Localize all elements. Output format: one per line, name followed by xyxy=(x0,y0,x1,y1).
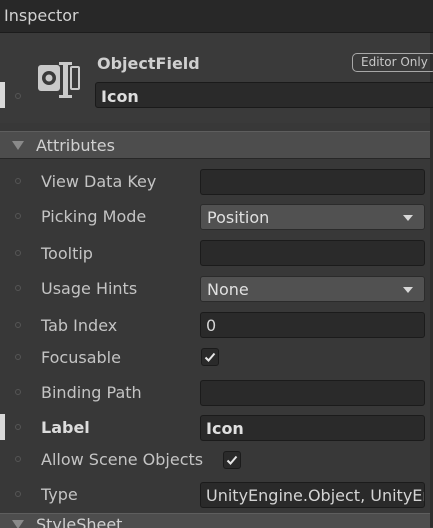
type-input[interactable]: UnityEngine.Object, UnityEngine.CoreModu… xyxy=(200,482,425,508)
tab-index-input[interactable]: 0 xyxy=(200,312,425,338)
binding-dot[interactable] xyxy=(15,424,21,430)
binding-path-input[interactable] xyxy=(200,380,425,406)
label-label: Label xyxy=(41,418,90,437)
binding-path-label: Binding Path xyxy=(41,383,142,402)
override-marker xyxy=(0,82,5,108)
label-input[interactable]: Icon xyxy=(200,415,425,441)
binding-dot[interactable] xyxy=(15,250,21,256)
view-data-key-input[interactable] xyxy=(200,169,425,195)
binding-dot[interactable] xyxy=(15,354,21,360)
attributes-title: Attributes xyxy=(36,136,115,155)
binding-dot[interactable] xyxy=(15,285,21,291)
chevron-down-icon xyxy=(403,215,413,221)
inspector-title: Inspector xyxy=(4,6,79,25)
binding-dot[interactable] xyxy=(15,213,21,219)
editor-only-badge[interactable]: Editor Only xyxy=(352,53,433,72)
focusable-checkbox[interactable] xyxy=(201,348,219,366)
binding-dot[interactable] xyxy=(15,178,21,184)
picking-mode-label: Picking Mode xyxy=(41,207,147,226)
stylesheet-title: StyleSheet xyxy=(36,515,123,528)
type-label: Type xyxy=(41,485,78,504)
picking-mode-dropdown[interactable]: Position xyxy=(200,204,425,230)
usage-hints-dropdown[interactable]: None xyxy=(200,276,425,302)
attributes-foldout[interactable]: Attributes xyxy=(0,131,430,159)
inspector-tab[interactable]: Inspector xyxy=(0,0,433,33)
component-name: ObjectField xyxy=(97,54,200,73)
foldout-arrow-icon xyxy=(12,141,24,150)
override-marker xyxy=(0,414,5,440)
usage-hints-value: None xyxy=(207,280,249,299)
tooltip-label: Tooltip xyxy=(41,244,93,263)
binding-dot[interactable] xyxy=(15,491,21,497)
name-field[interactable]: Icon xyxy=(95,82,433,108)
picking-mode-value: Position xyxy=(207,208,270,227)
binding-dot[interactable] xyxy=(15,322,21,328)
check-icon xyxy=(226,455,238,465)
tooltip-input[interactable] xyxy=(200,240,425,266)
tab-index-label: Tab Index xyxy=(41,316,118,335)
view-data-key-label: View Data Key xyxy=(41,172,157,191)
object-field-icon xyxy=(38,62,80,98)
stylesheet-foldout[interactable]: StyleSheet xyxy=(0,513,430,528)
binding-dot[interactable] xyxy=(15,456,21,462)
chevron-down-icon xyxy=(403,287,413,293)
focusable-label: Focusable xyxy=(41,348,121,367)
check-icon xyxy=(204,352,216,362)
binding-dot[interactable] xyxy=(15,93,21,99)
allow-scene-objects-checkbox[interactable] xyxy=(223,451,241,469)
binding-dot[interactable] xyxy=(15,389,21,395)
allow-scene-objects-label: Allow Scene Objects xyxy=(41,450,204,469)
usage-hints-label: Usage Hints xyxy=(41,279,138,298)
